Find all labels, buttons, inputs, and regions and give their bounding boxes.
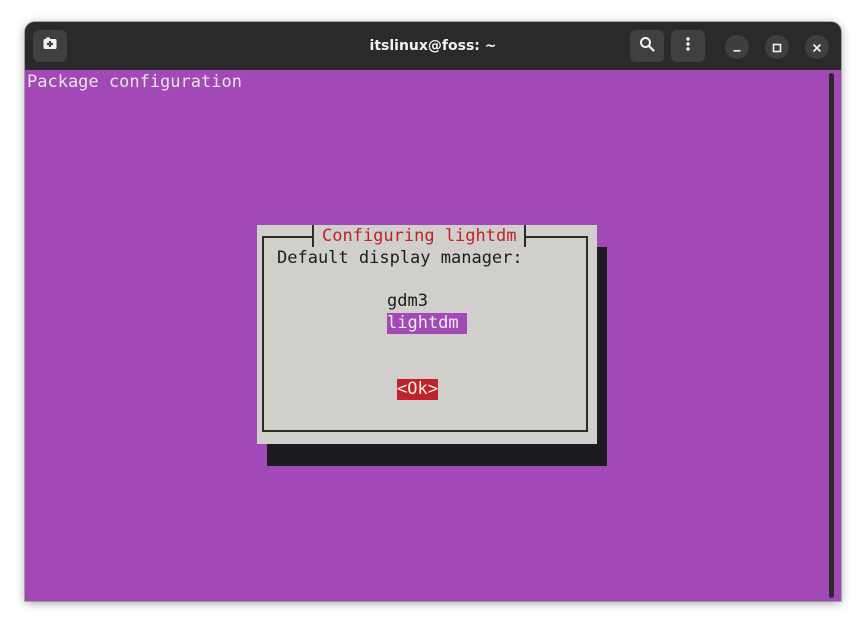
maximize-icon bbox=[772, 38, 782, 57]
option-lightdm[interactable]: lightdm bbox=[387, 313, 467, 334]
ok-button[interactable]: <Ok> bbox=[397, 379, 438, 400]
dialog-prompt: Default display manager: bbox=[277, 248, 523, 268]
menu-button[interactable] bbox=[671, 30, 705, 62]
close-button[interactable] bbox=[805, 35, 829, 59]
minimize-button[interactable] bbox=[725, 35, 749, 59]
option-gdm3[interactable]: gdm3 bbox=[387, 291, 428, 312]
close-icon bbox=[812, 38, 822, 57]
search-icon bbox=[639, 36, 655, 56]
search-button[interactable] bbox=[630, 30, 664, 62]
package-configuration-title: Package configuration bbox=[27, 72, 242, 92]
kebab-menu-icon bbox=[680, 36, 696, 56]
header-bar: itslinux@foss: ~ bbox=[25, 22, 841, 70]
dialog-title: Configuring lightdm bbox=[312, 225, 527, 247]
new-tab-icon bbox=[42, 36, 58, 56]
window-title: itslinux@foss: ~ bbox=[369, 38, 497, 54]
scrollbar[interactable] bbox=[829, 73, 834, 598]
terminal-window: itslinux@foss: ~ Package configuration C… bbox=[25, 22, 841, 601]
new-tab-button[interactable] bbox=[33, 30, 67, 62]
maximize-button[interactable] bbox=[765, 35, 789, 59]
terminal-area[interactable]: Package configuration Configuring lightd… bbox=[25, 70, 841, 601]
config-dialog: Configuring lightdm Default display mana… bbox=[257, 225, 597, 444]
minimize-icon bbox=[732, 38, 742, 57]
